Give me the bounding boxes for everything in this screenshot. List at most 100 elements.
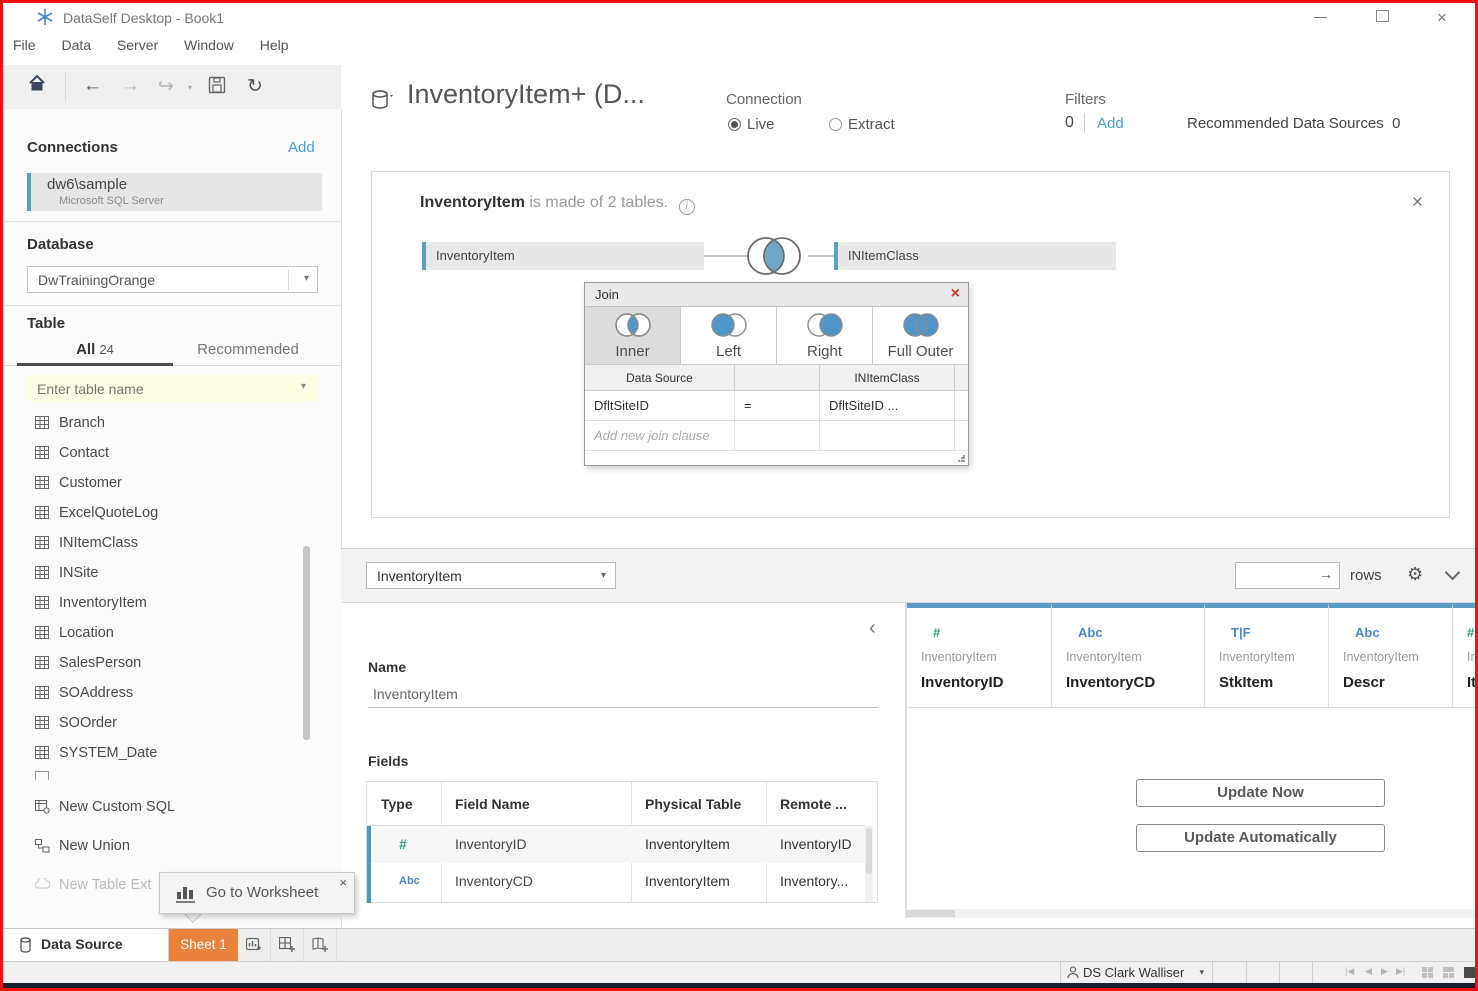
menu-window[interactable]: Window [184, 37, 234, 53]
table-list-item[interactable]: ExcelQuoteLog [27, 499, 297, 529]
type-number-icon: # [1467, 625, 1474, 640]
new-union-item[interactable]: New Union [27, 832, 297, 862]
column-field-name: Ite [1467, 674, 1478, 691]
add-filter-link[interactable]: Add [1097, 115, 1124, 132]
fields-scrollbar[interactable] [865, 826, 873, 902]
column-field-name: Descr [1343, 674, 1385, 691]
datasource-title[interactable]: InventoryItem+ (D... [407, 79, 645, 110]
new-worksheet-button[interactable] [238, 929, 271, 961]
database-select[interactable]: DwTrainingOrange ▾ [27, 266, 318, 293]
join-table-left[interactable]: InventoryItem [422, 242, 704, 270]
nav-next-icon[interactable]: ▶ [1381, 966, 1388, 977]
venn-inner-join-icon[interactable] [742, 228, 806, 289]
grid-column-header[interactable]: Abc InventoryItem Descr [1329, 603, 1453, 708]
rows-label: rows [1350, 567, 1382, 584]
close-icon[interactable]: × [1412, 192, 1423, 214]
nav-previous-icon[interactable]: ◀ [1365, 966, 1372, 977]
gear-icon[interactable]: ⚙ [1407, 564, 1423, 585]
join-dialog-header[interactable]: Join × [585, 283, 968, 307]
table-list-item[interactable]: SOAddress [27, 679, 297, 709]
tab-recommended[interactable]: Recommended [173, 341, 323, 358]
table-list-item[interactable]: INSite [27, 559, 297, 589]
grid-column-header[interactable]: T|F InventoryItem StkItem [1205, 603, 1329, 708]
table-list-item[interactable]: SalesPerson [27, 649, 297, 679]
new-custom-sql-item[interactable]: New Custom SQL [27, 793, 297, 823]
nav-last-icon[interactable]: ▶| [1396, 966, 1405, 977]
tab-all[interactable]: All 24 [17, 341, 173, 358]
field-row[interactable]: # InventoryID InventoryItem InventoryID [367, 826, 871, 863]
join-clause-left[interactable]: DfltSiteID [585, 391, 735, 421]
preview-table-select[interactable]: InventoryItem ▾ [366, 562, 616, 589]
grid-horizontal-scrollbar[interactable] [907, 909, 1478, 918]
menu-file[interactable]: File [13, 37, 36, 53]
name-value[interactable]: InventoryItem [373, 686, 458, 702]
chevron-down-icon[interactable] [1445, 565, 1461, 581]
menu-help[interactable]: Help [260, 37, 289, 53]
join-type-inner[interactable]: Inner [585, 307, 681, 365]
back-icon[interactable]: ← [83, 75, 102, 97]
table-list-item[interactable]: SOOrder [27, 709, 297, 739]
recommended-datasources[interactable]: Recommended Data Sources 0 [1187, 115, 1400, 132]
name-label: Name [368, 659, 406, 675]
join-table-right[interactable]: INItemClass [834, 242, 1116, 270]
join-title-table: InventoryItem [420, 194, 525, 211]
column-table-name: InventoryItem [1219, 650, 1295, 664]
info-icon[interactable]: i [679, 199, 695, 215]
grid-column-header[interactable]: # InventoryItem InventoryID [907, 603, 1052, 708]
home-icon[interactable] [27, 73, 47, 99]
tab-data-source[interactable]: Data Source [3, 929, 169, 961]
new-dashboard-button[interactable] [271, 929, 304, 961]
extract-radio[interactable]: Extract [829, 116, 895, 134]
table-list-item[interactable]: Location [27, 619, 297, 649]
resize-grip[interactable] [958, 455, 965, 462]
close-icon[interactable]: × [951, 285, 960, 303]
apply-rows-icon[interactable]: → [1319, 566, 1333, 582]
table-list-item[interactable]: Contact [27, 439, 297, 469]
sidebar-scrollbar[interactable] [303, 546, 310, 740]
user-menu[interactable]: DS Clark Walliser ▾ [1060, 962, 1213, 983]
menu-server[interactable]: Server [117, 37, 158, 53]
connection-card[interactable]: dw6\sample Microsoft SQL Server [27, 173, 322, 211]
update-now-button[interactable]: Update Now [1136, 779, 1385, 807]
view-full-icon[interactable] [1464, 967, 1475, 978]
join-type-left[interactable]: Left [681, 307, 777, 365]
table-list-item[interactable]: InventoryItem [27, 589, 297, 619]
menu-data[interactable]: Data [61, 37, 91, 53]
table-list-item[interactable]: INItemClass [27, 529, 297, 559]
save-icon[interactable] [208, 76, 226, 100]
table-list-item[interactable]: Customer [27, 469, 297, 499]
view-grid-icon[interactable] [1422, 967, 1433, 978]
datasource-icon[interactable] [369, 88, 395, 119]
table-tabs: All 24 Recommended [3, 341, 341, 366]
join-clause-operator[interactable]: = [735, 391, 820, 421]
join-clause-right[interactable]: DfltSiteID ... [820, 391, 955, 421]
field-row[interactable]: Abc InventoryCD InventoryItem Inventory.… [367, 863, 871, 900]
new-story-button[interactable] [304, 929, 337, 961]
maximize-button[interactable] [1367, 9, 1397, 27]
tab-sheet1[interactable]: Sheet 1 [169, 929, 238, 961]
join-type-full-outer[interactable]: Full Outer [873, 307, 968, 365]
close-icon[interactable]: × [339, 875, 347, 890]
table-list-item[interactable]: SYSTEM_Date [27, 739, 297, 769]
redo-caret-icon[interactable]: ▾ [188, 83, 192, 92]
join-type-right[interactable]: Right [777, 307, 873, 365]
nav-first-icon[interactable]: |◀ [1345, 966, 1354, 977]
close-window-button[interactable]: × [1427, 9, 1457, 27]
view-split-icon[interactable] [1443, 967, 1454, 978]
collapse-panel-icon[interactable]: ‹ [869, 617, 876, 640]
forward-icon[interactable]: → [121, 75, 140, 97]
grid-column-header[interactable]: Abc InventoryItem InventoryCD [1052, 603, 1205, 708]
go-to-worksheet-tooltip[interactable]: Go to Worksheet × [159, 872, 355, 914]
table-search-input[interactable] [27, 375, 318, 402]
grid-column-header[interactable]: # Inve Ite [1453, 603, 1478, 708]
update-automatically-button[interactable]: Update Automatically [1136, 824, 1385, 852]
search-caret-icon[interactable]: ▾ [301, 381, 306, 392]
minimize-button[interactable] [1305, 9, 1335, 27]
add-join-clause[interactable]: Add new join clause [585, 421, 735, 451]
live-radio[interactable]: Live [728, 116, 775, 134]
redo-icon[interactable]: ↪ [158, 75, 174, 98]
type-string-icon: Abc [1078, 625, 1103, 640]
table-list-item[interactable]: Branch [27, 409, 297, 439]
add-connection-link[interactable]: Add [288, 139, 315, 156]
refresh-icon[interactable]: ↻ [247, 75, 263, 98]
